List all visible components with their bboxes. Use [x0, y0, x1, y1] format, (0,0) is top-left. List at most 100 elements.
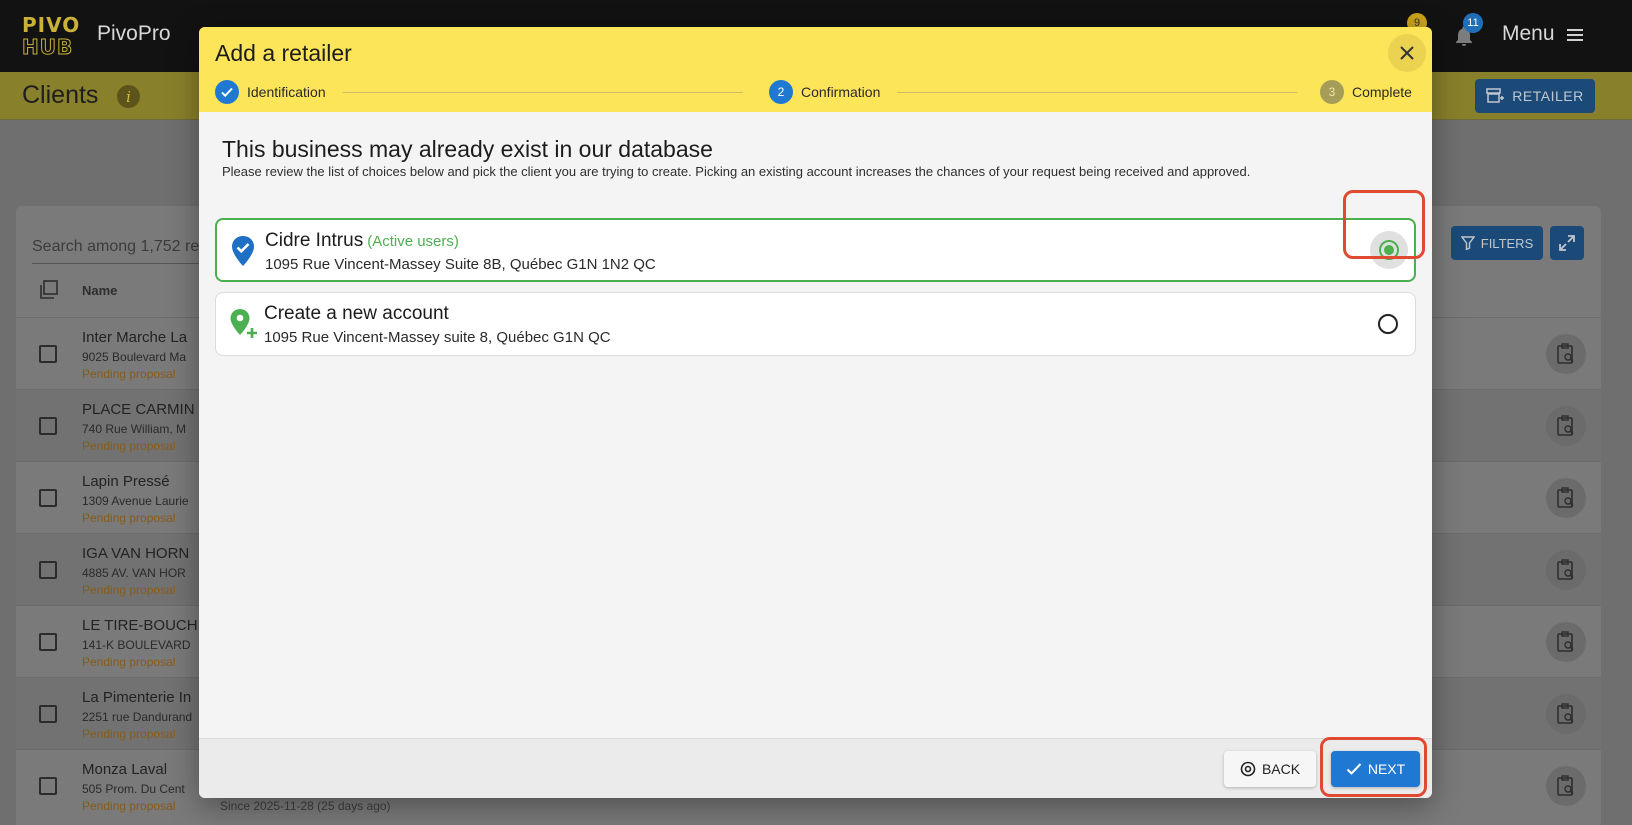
row-address: 740 Rue William, M	[82, 422, 187, 436]
check-icon	[215, 80, 239, 104]
clipboard-search-icon[interactable]	[1546, 334, 1586, 374]
close-icon	[1400, 46, 1414, 60]
row-name: LE TIRE-BOUCH	[82, 617, 198, 634]
row-status: Pending proposal	[82, 799, 176, 813]
check-icon	[1346, 763, 1362, 775]
row-status: Pending proposal	[82, 655, 176, 669]
back-circle-icon	[1240, 761, 1256, 777]
row-name: Inter Marche La	[82, 329, 188, 346]
hamburger-icon[interactable]	[1567, 28, 1583, 42]
row-address: 1309 Avenue Laurie	[82, 494, 189, 508]
stepper: Identification 2 Confirmation 3 Complete	[215, 80, 1417, 106]
svg-text:PIVO: PIVO	[22, 14, 80, 37]
row-name: Lapin Pressé	[82, 473, 170, 490]
radio-checked-icon[interactable]	[1379, 240, 1399, 260]
clipboard-search-icon[interactable]	[1546, 694, 1586, 734]
row-address: 505 Prom. Du Cent	[82, 782, 185, 796]
store-icon	[1486, 88, 1505, 103]
dialog-footer: BACK NEXT	[199, 738, 1432, 798]
app-logo[interactable]: PIVO HUB	[22, 13, 80, 60]
row-checkbox[interactable]	[39, 417, 57, 435]
step-complete: 3 Complete	[1320, 80, 1412, 104]
column-header-name[interactable]: Name	[82, 283, 117, 298]
retailer-button-label: RETAILER	[1512, 88, 1584, 104]
clipboard-search-icon[interactable]	[1546, 478, 1586, 518]
active-users-tag: (Active users)	[367, 233, 459, 250]
row-checkbox[interactable]	[39, 489, 57, 507]
step-label: Identification	[247, 84, 326, 100]
row-checkbox[interactable]	[39, 633, 57, 651]
select-all-icon[interactable]	[39, 280, 59, 300]
filters-button-label: FILTERS	[1480, 235, 1534, 251]
close-button[interactable]	[1388, 34, 1426, 72]
row-name: Monza Laval	[82, 761, 168, 778]
option-radio[interactable]	[1370, 231, 1408, 269]
row-checkbox[interactable]	[39, 777, 57, 795]
row-checkbox[interactable]	[39, 705, 57, 723]
expand-button[interactable]	[1550, 226, 1584, 260]
row-status: Pending proposal	[82, 727, 176, 741]
row-status: Pending proposal	[82, 439, 176, 453]
option-name: Cidre Intrus	[265, 230, 364, 251]
dialog-body: This business may already exist in our d…	[199, 112, 1432, 738]
row-status: Pending proposal	[82, 511, 176, 525]
svg-text:HUB: HUB	[22, 35, 73, 56]
add-retailer-dialog: Add a retailer Identification 2 Confirma…	[199, 27, 1432, 798]
step-identification: Identification	[215, 80, 326, 104]
add-retailer-button[interactable]: RETAILER	[1475, 79, 1595, 113]
step-confirmation: 2 Confirmation	[769, 80, 880, 104]
clipboard-search-icon[interactable]	[1546, 550, 1586, 590]
body-subtext: Please review the list of choices below …	[222, 164, 1251, 179]
step-connector	[343, 92, 743, 93]
row-address: 9025 Boulevard Ma	[82, 350, 187, 364]
row-status: Pending proposal	[82, 583, 176, 597]
menu-button[interactable]: Menu	[1502, 22, 1555, 46]
option-create-new-account[interactable]: Create a new account 1095 Rue Vincent-Ma…	[215, 292, 1416, 356]
app-name: PivoPro	[97, 22, 171, 45]
row-checkbox[interactable]	[39, 345, 57, 363]
filters-button[interactable]: FILTERS	[1451, 226, 1543, 260]
dialog-title: Add a retailer	[215, 40, 352, 66]
step-number: 2	[769, 80, 793, 104]
step-label: Confirmation	[801, 84, 881, 100]
search-input[interactable]: Search among 1,752 re	[32, 238, 199, 256]
dialog-header: Add a retailer Identification 2 Confirma…	[199, 27, 1432, 112]
body-heading: This business may already exist in our d…	[222, 136, 713, 162]
radio-unchecked-icon[interactable]	[1378, 314, 1398, 334]
row-address: 141-K BOULEVARD	[82, 638, 191, 652]
expand-icon	[1559, 235, 1575, 251]
row-address: 4885 AV. VAN HOR	[82, 566, 186, 580]
step-connector	[897, 92, 1297, 93]
step-label: Complete	[1352, 84, 1412, 100]
filter-icon	[1460, 236, 1475, 250]
step-number: 3	[1320, 80, 1344, 104]
notifications-badge: 11	[1463, 13, 1483, 33]
clipboard-search-icon[interactable]	[1546, 622, 1586, 662]
option-radio[interactable]	[1369, 305, 1407, 343]
clipboard-search-icon[interactable]	[1546, 766, 1586, 806]
back-button[interactable]: BACK	[1224, 751, 1316, 787]
row-status: Pending proposal	[82, 367, 176, 381]
option-title: Create a new account	[264, 303, 449, 325]
info-icon[interactable]: i	[117, 85, 140, 108]
row-name: La Pimenterie In	[82, 689, 192, 706]
search-underline	[32, 263, 212, 264]
row-name: PLACE CARMIN	[82, 401, 195, 418]
back-button-label: BACK	[1261, 761, 1301, 777]
pivohub-logo-icon: PIVO HUB	[22, 13, 80, 60]
clipboard-search-icon[interactable]	[1546, 406, 1586, 446]
next-button-label: NEXT	[1367, 761, 1406, 777]
option-name: Create a new account	[264, 303, 449, 324]
row-checkbox[interactable]	[39, 561, 57, 579]
row-name: IGA VAN HORN	[82, 545, 190, 562]
option-address: 1095 Rue Vincent-Massey suite 8, Québec …	[264, 329, 611, 346]
next-button[interactable]: NEXT	[1331, 751, 1420, 787]
option-title: Cidre Intrus (Active users)	[265, 230, 459, 252]
row-since: Since 2025-11-28 (25 days ago)	[220, 799, 391, 813]
add-location-icon	[228, 307, 257, 341]
page-title: Clients	[22, 81, 99, 109]
row-address: 2251 rue Dandurand	[82, 710, 193, 724]
option-address: 1095 Rue Vincent-Massey Suite 8B, Québec…	[265, 256, 656, 273]
option-existing-client[interactable]: Cidre Intrus (Active users) 1095 Rue Vinc…	[215, 218, 1416, 282]
verified-location-icon	[229, 234, 257, 268]
